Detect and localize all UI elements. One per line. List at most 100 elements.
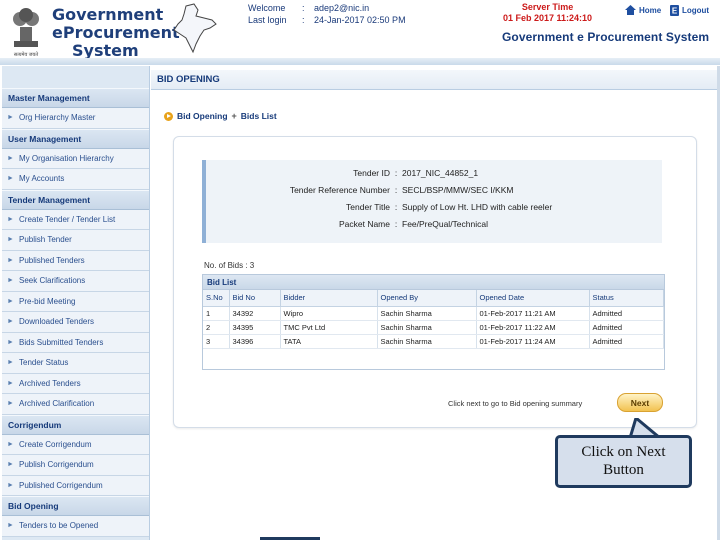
arrow-icon: ► <box>7 175 14 183</box>
cell-bid-no: 34395 <box>229 320 281 335</box>
cell-status: Admitted <box>589 320 664 335</box>
col-opened-date: Opened Date <box>476 290 590 307</box>
cell-opened-date: 01-Feb-2017 11:24 AM <box>476 334 590 349</box>
sidebar: Master Management ► Org Hierarchy Master … <box>2 66 150 540</box>
arrow-icon: ► <box>7 481 14 489</box>
cell-sno: 2 <box>203 320 230 335</box>
sidebar-item-label: Publish Tender <box>19 235 72 245</box>
bid-list: Bid List S.No Bid No Bidder Opened By Op… <box>202 274 665 370</box>
sidebar-item-my-organisation-hierarchy[interactable]: ► My Organisation Hierarchy <box>2 148 149 169</box>
portal-title: Government e Procurement System <box>502 30 710 44</box>
sidebar-item-publish-tender[interactable]: ► Publish Tender <box>2 230 149 251</box>
page-title: BID OPENING <box>151 70 717 90</box>
tender-title-row: Tender Title: Supply of Low Ht. LHD with … <box>206 202 552 212</box>
breadcrumb-bid-opening[interactable]: Bid Opening <box>177 111 228 121</box>
arrow-icon: ► <box>7 461 14 469</box>
welcome-sep: : <box>302 3 305 13</box>
sidebar-item-seek-clarifications[interactable]: ► Seek Clarifications <box>2 271 149 292</box>
sidebar-item-downloaded-tenders[interactable]: ► Downloaded Tenders <box>2 312 149 333</box>
sidebar-section-master-management[interactable]: Master Management <box>2 88 149 108</box>
sidebar-section-tender-management[interactable]: Tender Management <box>2 189 149 210</box>
welcome-value: adep2@nic.in <box>314 3 370 13</box>
arrow-icon: ► <box>7 277 14 285</box>
col-status: Status <box>589 290 664 307</box>
col-opened-by: Opened By <box>377 290 477 307</box>
cell-bidder: TATA <box>280 334 378 349</box>
tender-id-value: 2017_NIC_44852_1 <box>402 168 479 178</box>
next-hint: Click next to go to Bid opening summary <box>448 399 583 408</box>
sidebar-item-published-tenders[interactable]: ► Published Tenders <box>2 250 149 271</box>
sidebar-item-create-tender[interactable]: ► Create Tender / Tender List <box>2 209 149 230</box>
user-info: Welcome: adep2@nic.in Last login:24-Jan-2… <box>248 2 406 26</box>
cell-bidder: TMC Pvt Ltd <box>280 320 378 335</box>
sidebar-item-archived-clarification[interactable]: ► Archived Clarification <box>2 394 149 415</box>
arrow-icon: ► <box>7 114 14 122</box>
arrow-icon: ► <box>7 359 14 367</box>
arrow-icon: ► <box>7 338 14 346</box>
sidebar-item-archived-tenders[interactable]: ► Archived Tenders <box>2 373 149 394</box>
last-login-value: 24-Jan-2017 02:50 PM <box>314 15 406 25</box>
last-login-label: Last login <box>248 15 287 25</box>
sidebar-item-label: Published Corrigendum <box>19 480 103 490</box>
server-time: Server Time 01 Feb 2017 11:24:10 <box>503 2 592 24</box>
callout-line-2: Button <box>603 462 644 478</box>
home-link[interactable]: Home <box>625 5 661 15</box>
sidebar-section-bid-opening[interactable]: Bid Opening <box>2 496 149 516</box>
sidebar-item-bids-submitted-tenders[interactable]: ► Bids Submitted Tenders <box>2 332 149 353</box>
logout-icon: E <box>670 5 679 16</box>
cell-status: Admitted <box>589 334 664 349</box>
col-bid-no: Bid No <box>229 290 281 307</box>
arrow-icon: ► <box>7 522 14 530</box>
instruction-callout: Click on Next Button <box>555 435 692 488</box>
sidebar-section-user-management[interactable]: User Management <box>2 128 149 149</box>
arrow-icon: ► <box>7 154 14 162</box>
sidebar-top-strip <box>2 66 149 88</box>
sidebar-item-create-corrigendum[interactable]: ► Create Corrigendum <box>2 434 149 455</box>
cell-sno: 1 <box>203 306 230 321</box>
table-header-row: S.No Bid No Bidder Opened By Opened Date… <box>203 290 664 307</box>
col-sno: S.No <box>203 290 230 307</box>
arrow-icon: ► <box>7 318 14 326</box>
sidebar-item-tender-status[interactable]: ► Tender Status <box>2 353 149 374</box>
sidebar-item-label: Archived Tenders <box>19 378 81 388</box>
sidebar-item-label: Archived Clarification <box>19 399 95 409</box>
cell-opened-by: Sachin Sharma <box>377 320 477 335</box>
sidebar-item-label: My Organisation Hierarchy <box>19 153 114 163</box>
bid-opening-card: Tender ID:2017_NIC_44852_1 Tender Refere… <box>173 136 697 428</box>
sidebar-item-pre-bid-meeting[interactable]: ► Pre-bid Meeting <box>2 291 149 312</box>
site-logo[interactable]: Government eProcurement System <box>52 6 180 60</box>
table-row: 1 34392 Wipro Sachin Sharma 01-Feb-2017 … <box>203 306 664 321</box>
sidebar-item-tenders-to-be-opened[interactable]: ► Tenders to be Opened <box>2 516 149 537</box>
sidebar-item-label: Downloaded Tenders <box>19 317 95 327</box>
sidebar-item-my-accounts[interactable]: ► My Accounts <box>2 169 149 190</box>
tender-ref-row: Tender Reference Number: SECL/BSP/MMW/SEC… <box>206 185 514 195</box>
tender-title-label: Tender Title <box>346 202 390 212</box>
packet-name-label: Packet Name <box>338 219 390 229</box>
sidebar-section-corrigendum[interactable]: Corrigendum <box>2 414 149 435</box>
sidebar-item-label: Published Tenders <box>19 255 85 265</box>
cell-opened-date: 01-Feb-2017 11:22 AM <box>476 320 590 335</box>
sidebar-item-org-hierarchy-master[interactable]: ► Org Hierarchy Master <box>2 108 149 129</box>
sidebar-item-published-corrigendum[interactable]: ► Published Corrigendum <box>2 475 149 496</box>
tender-id-label: Tender ID <box>353 168 390 178</box>
tender-ref-sep: : <box>394 185 398 195</box>
svg-text:E: E <box>672 7 678 16</box>
arrow-icon: ► <box>7 440 14 448</box>
logout-label: Logout <box>682 6 710 15</box>
next-button[interactable]: Next <box>617 393 663 412</box>
breadcrumb-bids-list: Bids List <box>240 111 277 121</box>
cell-opened-date: 01-Feb-2017 11:21 AM <box>476 306 590 321</box>
sidebar-item-label: Create Tender / Tender List <box>19 214 116 224</box>
home-icon <box>625 5 636 15</box>
logout-link[interactable]: E Logout <box>670 5 709 16</box>
breadcrumb-arrow-icon <box>164 111 173 121</box>
tender-id-sep: : <box>394 168 398 178</box>
sidebar-item-label: Create Corrigendum <box>19 439 92 449</box>
sidebar-item-label: Publish Corrigendum <box>19 460 94 470</box>
packet-name-sep: : <box>394 219 398 229</box>
cell-bid-no: 34392 <box>229 306 281 321</box>
arrow-icon: ► <box>7 215 14 223</box>
cell-sno: 3 <box>203 334 230 349</box>
sidebar-item-publish-corrigendum[interactable]: ► Publish Corrigendum <box>2 455 149 476</box>
col-bidder: Bidder <box>280 290 378 307</box>
